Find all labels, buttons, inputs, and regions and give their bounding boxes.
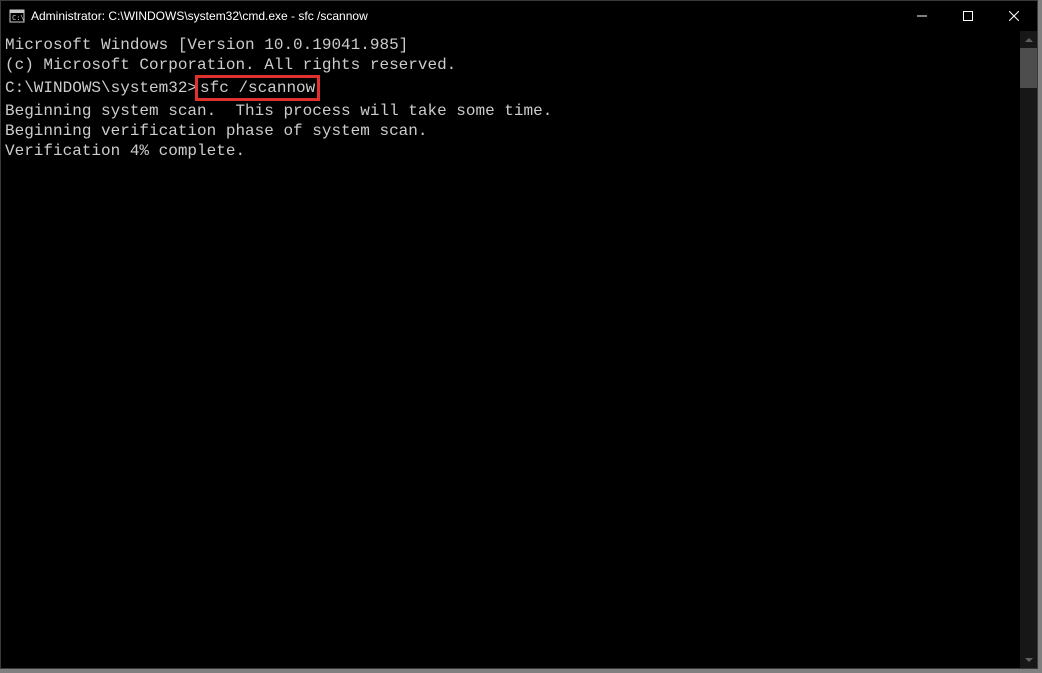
command-highlight: sfc /scannow bbox=[195, 75, 320, 101]
output-line: Verification 4% complete. bbox=[5, 141, 1020, 161]
cmd-icon: C:\ bbox=[9, 8, 25, 24]
output-line: (c) Microsoft Corporation. All rights re… bbox=[5, 55, 1020, 75]
cmd-window: C:\ Administrator: C:\WINDOWS\system32\c… bbox=[0, 0, 1038, 669]
prompt-line: C:\WINDOWS\system32>sfc /scannow bbox=[5, 75, 1020, 101]
window-title: Administrator: C:\WINDOWS\system32\cmd.e… bbox=[31, 9, 899, 23]
titlebar[interactable]: C:\ Administrator: C:\WINDOWS\system32\c… bbox=[1, 1, 1037, 31]
output-line: Beginning system scan. This process will… bbox=[5, 101, 1020, 121]
terminal-area: Microsoft Windows [Version 10.0.19041.98… bbox=[1, 31, 1037, 668]
close-button[interactable] bbox=[991, 1, 1037, 31]
scroll-up-arrow-icon[interactable] bbox=[1020, 31, 1037, 48]
command-text: sfc /scannow bbox=[200, 79, 315, 97]
scroll-down-arrow-icon[interactable] bbox=[1020, 651, 1037, 668]
window-controls bbox=[899, 1, 1037, 31]
prompt: C:\WINDOWS\system32> bbox=[5, 79, 197, 97]
maximize-button[interactable] bbox=[945, 1, 991, 31]
svg-text:C:\: C:\ bbox=[12, 14, 25, 22]
output-line: Beginning verification phase of system s… bbox=[5, 121, 1020, 141]
terminal-output[interactable]: Microsoft Windows [Version 10.0.19041.98… bbox=[1, 31, 1020, 668]
vertical-scrollbar[interactable] bbox=[1020, 31, 1037, 668]
minimize-button[interactable] bbox=[899, 1, 945, 31]
output-line: Microsoft Windows [Version 10.0.19041.98… bbox=[5, 35, 1020, 55]
scrollbar-thumb[interactable] bbox=[1020, 48, 1037, 88]
